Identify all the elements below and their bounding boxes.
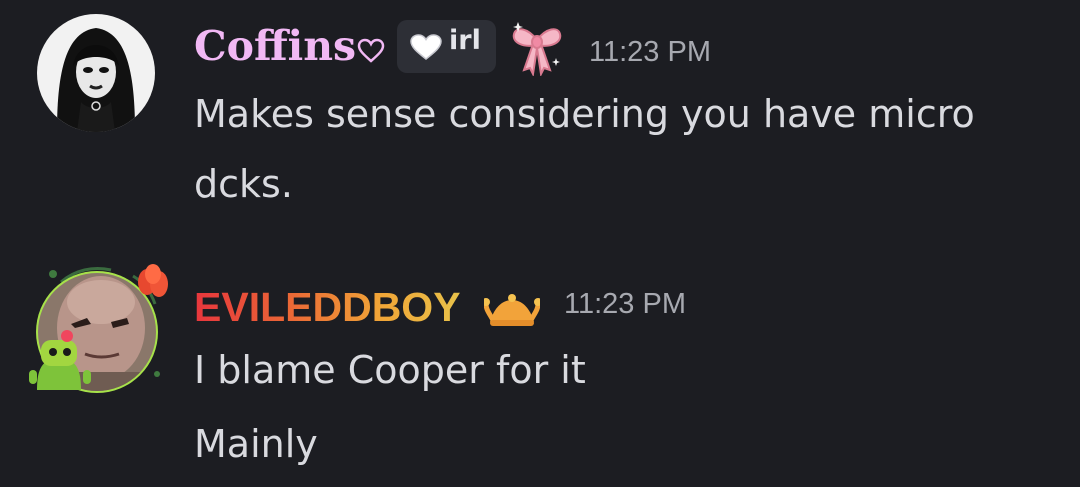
avatar-evileddboy[interactable] (25, 262, 170, 407)
message-line: dcks. (194, 162, 293, 206)
timestamp: 11:23 PM (589, 36, 711, 68)
tag-label: irl (449, 25, 481, 56)
heart-icon (409, 33, 443, 65)
timestamp: 11:23 PM (564, 288, 686, 320)
message-line: I blame Cooper for it (194, 348, 586, 392)
message-line: Makes sense considering you have micro (194, 92, 975, 136)
avatar-coffins[interactable] (37, 14, 155, 132)
message-line: Mainly (194, 422, 318, 466)
jester-hat-icon (482, 292, 542, 332)
profile-tag[interactable]: irl (397, 20, 496, 73)
username-evileddboy[interactable]: EVILEDDBOY (194, 284, 461, 331)
pink-bow-icon (508, 18, 566, 80)
heart-outline-icon (357, 38, 385, 68)
username-coffins[interactable]: Coffins (194, 22, 356, 70)
